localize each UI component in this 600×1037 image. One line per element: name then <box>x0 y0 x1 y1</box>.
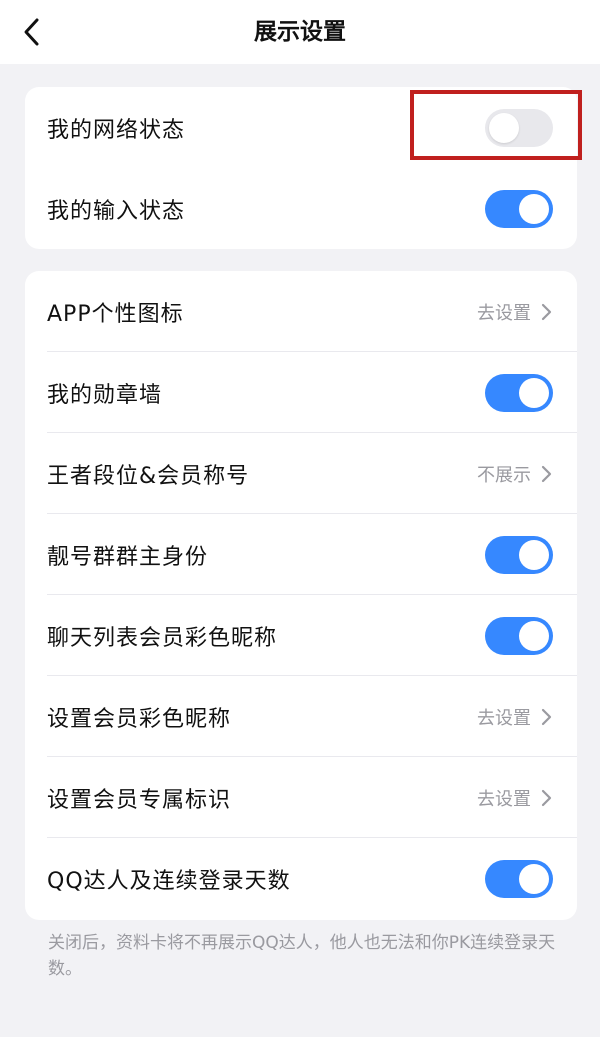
input-status-toggle[interactable] <box>485 189 553 228</box>
setting-row-medal-wall: 我的勋章墙 <box>25 352 577 433</box>
setting-label: 设置会员彩色昵称 <box>47 706 232 732</box>
chevron-right-icon <box>541 707 555 727</box>
nav-bar: 展示设置 <box>0 0 600 64</box>
toggle-knob <box>519 539 549 570</box>
page-title: 展示设置 <box>254 19 346 45</box>
toggle-knob <box>519 620 549 651</box>
medal-wall-toggle[interactable] <box>485 373 553 412</box>
setting-label: 我的勋章墙 <box>47 382 163 408</box>
setting-label: QQ达人及连续登录天数 <box>47 868 291 894</box>
setting-value: 去设置 <box>477 302 531 324</box>
set-member-badge-link[interactable]: 去设置 <box>477 785 555 811</box>
setting-row-rank-title[interactable]: 王者段位&会员称号 不展示 <box>25 433 577 514</box>
toggle-knob <box>519 193 549 224</box>
set-color-nick-link[interactable]: 去设置 <box>477 704 555 730</box>
chevron-right-icon <box>541 464 555 484</box>
setting-value: 去设置 <box>477 788 531 810</box>
chat-color-nick-toggle[interactable] <box>485 616 553 655</box>
setting-row-set-member-badge[interactable]: 设置会员专属标识 去设置 <box>25 757 577 838</box>
setting-row-group-owner: 靓号群群主身份 <box>25 514 577 595</box>
setting-value: 不展示 <box>477 464 531 486</box>
setting-label: APP个性图标 <box>47 301 184 327</box>
settings-group-status: 我的网络状态 我的输入状态 <box>25 87 577 249</box>
setting-label: 我的输入状态 <box>47 198 186 224</box>
setting-row-network-status: 我的网络状态 <box>25 87 577 168</box>
setting-label: 我的网络状态 <box>47 117 186 143</box>
app-icon-link[interactable]: 去设置 <box>477 299 555 325</box>
rank-title-link[interactable]: 不展示 <box>477 461 555 487</box>
group-owner-toggle[interactable] <box>485 535 553 574</box>
setting-row-app-icon[interactable]: APP个性图标 去设置 <box>25 271 577 352</box>
setting-label: 靓号群群主身份 <box>47 544 209 570</box>
setting-row-set-color-nick[interactable]: 设置会员彩色昵称 去设置 <box>25 676 577 757</box>
setting-label: 设置会员专属标识 <box>47 787 232 813</box>
setting-value: 去设置 <box>477 707 531 729</box>
setting-label: 王者段位&会员称号 <box>47 463 250 489</box>
setting-row-chat-color-nick: 聊天列表会员彩色昵称 <box>25 595 577 676</box>
chevron-right-icon <box>541 302 555 322</box>
setting-row-input-status: 我的输入状态 <box>25 168 577 249</box>
settings-group-display: APP个性图标 去设置 我的勋章墙 王者段位&会员称号 不展示 靓号群群主身份 … <box>25 271 577 920</box>
network-status-toggle[interactable] <box>485 108 553 147</box>
setting-row-qq-expert: QQ达人及连续登录天数 <box>25 838 577 919</box>
toggle-knob <box>519 377 549 408</box>
setting-label: 聊天列表会员彩色昵称 <box>47 625 278 651</box>
toggle-knob <box>519 863 549 894</box>
footnote-text: 关闭后，资料卡将不再展示QQ达人，他人也无法和你PK连续登录天数。 <box>48 933 556 979</box>
qq-expert-toggle[interactable] <box>485 859 553 898</box>
toggle-knob <box>489 112 519 143</box>
chevron-right-icon <box>541 788 555 808</box>
